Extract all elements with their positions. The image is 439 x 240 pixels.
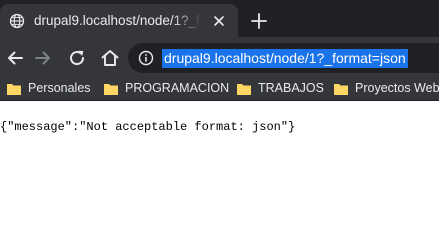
- tab-title: drupal9.localhost/node/1?_format=json: [34, 13, 202, 28]
- browser-tab[interactable]: drupal9.localhost/node/1?_format=json: [0, 4, 238, 37]
- info-icon[interactable]: [138, 50, 154, 66]
- home-icon[interactable]: [99, 47, 121, 69]
- reload-icon[interactable]: [66, 47, 88, 69]
- folder-icon: [237, 84, 251, 95]
- folder-icon: [104, 84, 118, 95]
- bookmark-label: PROGRAMACION: [125, 81, 230, 95]
- address-bar[interactable]: drupal9.localhost/node/1?_format=json: [128, 43, 439, 73]
- url-text[interactable]: drupal9.localhost/node/1?_format=json: [162, 49, 408, 68]
- folder-icon: [7, 84, 21, 95]
- bookmark-label: Proyectos Web: [355, 81, 439, 95]
- forward-arrow-icon[interactable]: [32, 47, 54, 69]
- page-content: {"message":"Not acceptable format: json"…: [0, 101, 439, 202]
- folder-icon: [334, 84, 348, 95]
- globe-icon: [9, 13, 25, 29]
- bookmarks-bar: Personales PROGRAMACION TRABAJOS Proyect…: [0, 79, 439, 101]
- back-arrow-icon[interactable]: [4, 47, 26, 69]
- json-response-text: {"message":"Not acceptable format: json"…: [0, 120, 296, 134]
- close-icon[interactable]: [212, 14, 226, 28]
- new-tab-plus-icon[interactable]: [249, 11, 269, 31]
- tab-strip: drupal9.localhost/node/1?_format=json: [0, 0, 439, 37]
- toolbar: drupal9.localhost/node/1?_format=json: [0, 37, 439, 79]
- bookmark-label: Personales: [28, 81, 91, 95]
- bookmark-label: TRABAJOS: [258, 81, 324, 95]
